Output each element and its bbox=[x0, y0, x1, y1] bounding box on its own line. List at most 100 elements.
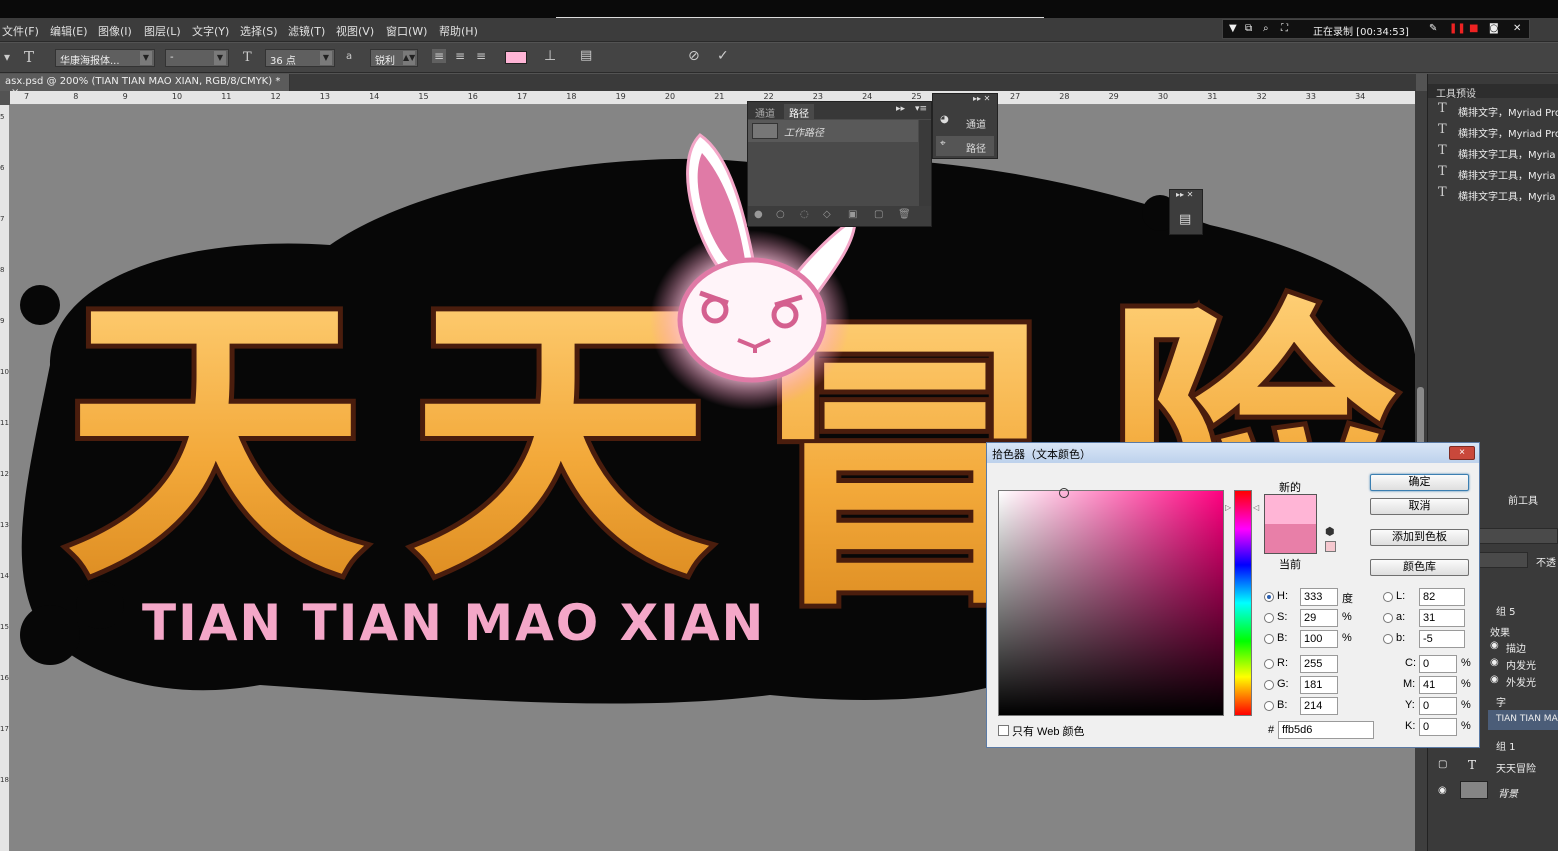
tool-presets-tab[interactable]: 工具预设 bbox=[1428, 84, 1558, 100]
magenta-field[interactable]: 41 bbox=[1419, 676, 1457, 694]
character-panel-icon[interactable]: ▤ bbox=[580, 48, 592, 63]
preset-item[interactable]: T 横排文字，Myriad Pro bbox=[1430, 100, 1558, 120]
menu-file[interactable]: 文件(F) bbox=[2, 23, 39, 39]
lightness-radio[interactable] bbox=[1383, 592, 1393, 602]
stroke-path-icon[interactable]: ○ bbox=[776, 209, 785, 220]
layer-title[interactable]: 天天冒险 bbox=[1496, 760, 1536, 775]
red-radio[interactable] bbox=[1264, 659, 1274, 669]
a-channel-field[interactable]: 31 bbox=[1419, 609, 1465, 627]
menu-view[interactable]: 视图(V) bbox=[336, 23, 374, 39]
lightness-field[interactable]: 82 bbox=[1419, 588, 1465, 606]
type-tool-icon[interactable]: T bbox=[24, 48, 34, 66]
effect-inner-glow[interactable]: 内发光 bbox=[1506, 657, 1536, 672]
effect-outer-glow[interactable]: 外发光 bbox=[1506, 674, 1536, 689]
b-channel-radio[interactable] bbox=[1383, 634, 1393, 644]
a-channel-radio[interactable] bbox=[1383, 613, 1393, 623]
menu-edit[interactable]: 编辑(E) bbox=[50, 23, 88, 39]
close-icon[interactable]: ✕ bbox=[1513, 23, 1521, 34]
green-radio[interactable] bbox=[1264, 680, 1274, 690]
fill-path-icon[interactable]: ● bbox=[754, 209, 763, 220]
text-color-swatch[interactable] bbox=[505, 51, 527, 64]
hue-field[interactable]: 333 bbox=[1300, 588, 1338, 606]
menu-image[interactable]: 图像(I) bbox=[98, 23, 132, 39]
cyan-field[interactable]: 0 bbox=[1419, 655, 1457, 673]
panel-menu-icon[interactable]: ▾≡ bbox=[915, 104, 927, 114]
document-tab[interactable]: asx.psd @ 200% (TIAN TIAN MAO XIAN, RGB/… bbox=[0, 74, 290, 98]
slider-arrow-icon[interactable]: ◁ bbox=[1253, 503, 1259, 512]
yellow-field[interactable]: 0 bbox=[1419, 697, 1457, 715]
collapse-icon[interactable]: ▸▸ bbox=[896, 104, 905, 114]
visibility-icon[interactable]: ◉ bbox=[1490, 657, 1499, 668]
lock-select[interactable] bbox=[1478, 552, 1528, 568]
websafe-swatch[interactable] bbox=[1325, 541, 1336, 552]
align-center-icon[interactable]: ≡ bbox=[455, 49, 465, 63]
add-to-swatches-button[interactable]: 添加到色板 bbox=[1370, 529, 1469, 546]
panel-scrollbar[interactable] bbox=[919, 120, 931, 206]
tab-channels[interactable]: 通道 bbox=[750, 104, 780, 121]
layer-background[interactable]: 背景 bbox=[1498, 785, 1518, 800]
layer-group[interactable]: 组 1 bbox=[1496, 738, 1516, 753]
visibility-icon[interactable]: ◉ bbox=[1438, 785, 1447, 796]
chevron-icon[interactable]: ▾ bbox=[4, 50, 10, 64]
menu-layer[interactable]: 图层(L) bbox=[144, 23, 181, 39]
window-icon[interactable]: ⧉ bbox=[1245, 23, 1252, 34]
brightness-field[interactable]: 100 bbox=[1300, 630, 1338, 648]
camera-icon[interactable]: ◙ bbox=[1489, 23, 1499, 34]
collapse-icon[interactable]: ▸▸ ✕ bbox=[1176, 190, 1193, 199]
b-channel-field[interactable]: -5 bbox=[1419, 630, 1465, 648]
close-button[interactable]: × bbox=[1449, 446, 1475, 460]
saturation-field[interactable]: 29 bbox=[1300, 609, 1338, 627]
saturation-radio[interactable] bbox=[1264, 613, 1274, 623]
new-path-icon[interactable]: ▢ bbox=[874, 209, 883, 220]
web-only-checkbox[interactable] bbox=[998, 725, 1009, 736]
menu-help[interactable]: 帮助(H) bbox=[439, 23, 478, 39]
layer-group[interactable]: 组 5 bbox=[1496, 603, 1516, 618]
channels-button[interactable]: ◕ 通道 bbox=[936, 112, 994, 132]
green-field[interactable]: 181 bbox=[1300, 676, 1338, 694]
brightness-radio[interactable] bbox=[1264, 634, 1274, 644]
add-mask-icon[interactable]: ▣ bbox=[848, 209, 857, 220]
warp-text-icon[interactable]: ⊥ bbox=[544, 48, 556, 64]
preset-item[interactable]: T 横排文字工具，Myria bbox=[1430, 163, 1558, 183]
hue-radio[interactable] bbox=[1264, 592, 1274, 602]
path-row[interactable]: 工作路径 bbox=[748, 120, 918, 142]
align-left-icon[interactable]: ≡ bbox=[432, 49, 447, 63]
commit-icon[interactable]: ✓ bbox=[717, 48, 729, 64]
load-selection-icon[interactable]: ◌ bbox=[800, 209, 809, 220]
fullscreen-icon[interactable]: ⛶ bbox=[1281, 23, 1288, 34]
layer-text[interactable]: 字 bbox=[1496, 694, 1506, 709]
zoom-icon[interactable]: ⌕ bbox=[1263, 23, 1269, 34]
collapse-icon[interactable]: ▸▸ ✕ bbox=[973, 94, 990, 103]
current-color-swatch[interactable] bbox=[1264, 524, 1317, 554]
font-size-select[interactable]: 36 点 ▼ bbox=[265, 49, 335, 67]
pen-icon[interactable]: ✎ bbox=[1429, 23, 1437, 34]
gamut-warning-icon[interactable]: ⬢ bbox=[1325, 525, 1335, 538]
ok-button[interactable]: 确定 bbox=[1370, 474, 1469, 491]
menu-filter[interactable]: 滤镜(T) bbox=[288, 23, 325, 39]
font-family-select[interactable]: 华康海报体... ▼ bbox=[55, 49, 155, 67]
hue-slider[interactable] bbox=[1234, 490, 1252, 716]
trash-icon[interactable]: 🗑 bbox=[898, 209, 911, 220]
black-field[interactable]: 0 bbox=[1419, 718, 1457, 736]
dropdown-icon[interactable]: ▼ bbox=[1229, 23, 1237, 34]
visibility-icon[interactable]: ◉ bbox=[1490, 674, 1499, 685]
make-path-icon[interactable]: ◇ bbox=[823, 209, 831, 220]
menu-window[interactable]: 窗口(W) bbox=[386, 23, 427, 39]
stop-icon[interactable]: ■ bbox=[1469, 23, 1478, 34]
font-style-select[interactable]: - ▼ bbox=[165, 49, 229, 67]
slider-arrow-icon[interactable]: ▷ bbox=[1225, 503, 1231, 512]
blend-mode-select[interactable] bbox=[1478, 528, 1558, 544]
align-right-icon[interactable]: ≡ bbox=[476, 49, 486, 63]
saturation-brightness-field[interactable] bbox=[998, 488, 1224, 716]
cancel-icon[interactable]: ⊘ bbox=[688, 48, 700, 64]
layer-effects[interactable]: 效果 bbox=[1490, 624, 1510, 639]
tab-paths[interactable]: 路径 bbox=[784, 104, 814, 121]
red-field[interactable]: 255 bbox=[1300, 655, 1338, 673]
properties-icon[interactable]: ▤ bbox=[1179, 212, 1191, 227]
color-marker[interactable] bbox=[1059, 488, 1069, 498]
cancel-button[interactable]: 取消 bbox=[1370, 498, 1469, 515]
blue-radio[interactable] bbox=[1264, 701, 1274, 711]
preset-item[interactable]: T 横排文字工具，Myria bbox=[1430, 184, 1558, 204]
antialias-select[interactable]: 锐利 ▲▼ bbox=[370, 49, 418, 67]
pause-icon[interactable]: ❚❚ bbox=[1449, 23, 1466, 34]
